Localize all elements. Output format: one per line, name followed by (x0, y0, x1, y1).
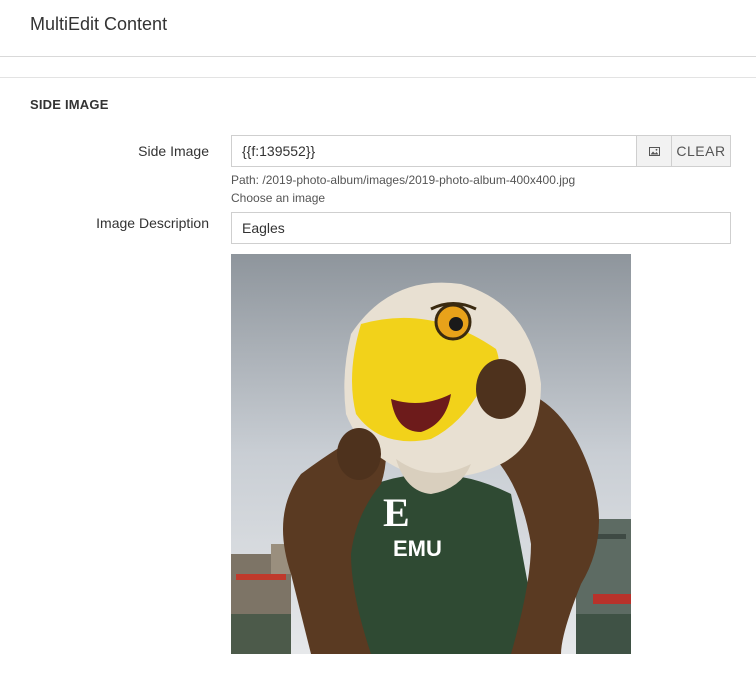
side-image-input[interactable]: {{f:139552}} (231, 135, 636, 167)
side-image-label: Side Image (138, 143, 209, 159)
side-image-input-group: {{f:139552}} CLEAR (231, 135, 731, 167)
image-icon (648, 146, 660, 156)
image-preview: E EMU (231, 254, 631, 654)
image-path-text: Path: /2019-photo-album/images/2019-phot… (231, 173, 576, 187)
page-title: MultiEdit Content (30, 14, 168, 34)
header-bar: MultiEdit Content (0, 0, 756, 57)
image-description-input[interactable]: Eagles (231, 212, 731, 244)
shirt-text: EMU (393, 536, 442, 561)
shirt-letter: E (383, 490, 410, 535)
image-picker-button[interactable] (636, 135, 672, 167)
choose-image-text: Choose an image (231, 191, 326, 205)
eagle-mascot-photo: E EMU (231, 254, 631, 654)
clear-button[interactable]: CLEAR (672, 135, 731, 167)
divider (0, 77, 756, 78)
image-description-label: Image Description (96, 215, 209, 231)
section-title: SIDE IMAGE (30, 97, 109, 112)
